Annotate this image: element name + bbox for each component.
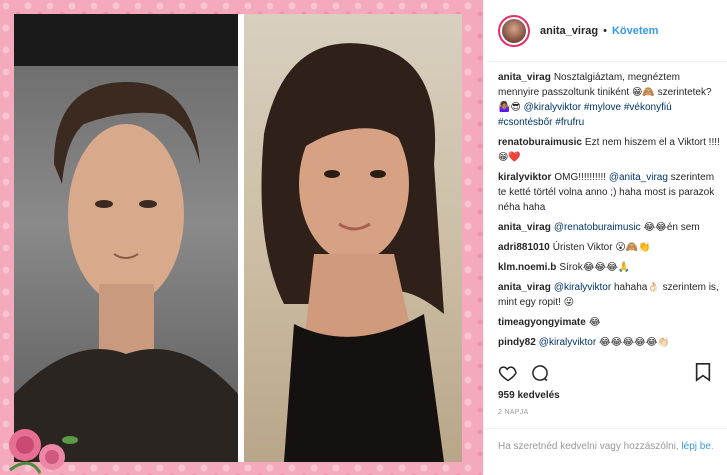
separator-dot: • xyxy=(603,24,607,37)
login-prompt: Ha szeretnéd kedvelni vagy hozzászólni, … xyxy=(484,428,727,475)
comment-item: timeagyongyimate 😂 xyxy=(498,315,722,330)
photo-young-woman xyxy=(244,14,462,462)
comment-text: Úristen Viktor 😮🙈👏 xyxy=(552,242,651,253)
comment-mention-link[interactable]: #frufru xyxy=(555,117,584,128)
post-author-username[interactable]: anita_virag xyxy=(540,25,598,37)
likes-count[interactable]: 959 kedvelés xyxy=(498,390,560,401)
comment-item: adri881010 Úristen Viktor 😮🙈👏 xyxy=(498,240,722,255)
comment-mention-link[interactable]: @anita_virag xyxy=(609,172,668,183)
comment-item: pindy82 @kiralyviktor 😂😂😂😂😂👏🏻 xyxy=(498,335,722,350)
avatar[interactable] xyxy=(498,14,530,47)
comment-item: anita_virag @kiralyviktor hahaha👌🏻 szerin… xyxy=(498,280,722,310)
login-link[interactable]: lépj be xyxy=(681,441,710,452)
post-timestamp: 2 NAPJA xyxy=(498,409,529,416)
comment-username[interactable]: renatoburaimusic xyxy=(498,137,582,148)
comment-mention-link[interactable]: @kiralyviktor xyxy=(539,337,596,348)
comment-mention-link[interactable]: @kiralyviktor xyxy=(554,282,611,293)
post-header: anita_virag • Követem xyxy=(484,0,727,62)
comment-mention-link[interactable]: #mylove xyxy=(584,102,621,113)
comment-text: Sírok😂😂😂🙏 xyxy=(559,262,631,273)
comment-text: 😂😂😂😂😂👏🏻 xyxy=(596,337,670,348)
comment-username[interactable]: anita_virag xyxy=(498,72,551,83)
comment-username[interactable]: anita_virag xyxy=(498,222,551,233)
bookmark-icon[interactable] xyxy=(694,362,712,382)
comment-item: anita_virag @renatoburaimusic 😂😂én sem xyxy=(498,220,722,235)
action-bar xyxy=(484,358,727,388)
comment-username[interactable]: kiralyviktor xyxy=(498,172,551,183)
comment-mention-link[interactable]: #vékonyfiú xyxy=(624,102,672,113)
heart-outline-icon[interactable] xyxy=(498,363,518,383)
comment-username[interactable]: timeagyongyimate xyxy=(498,317,586,328)
comment-username[interactable]: anita_virag xyxy=(498,282,551,293)
comment-item: klm.noemi.b Sírok😂😂😂🙏 xyxy=(498,260,722,275)
comment-mention-link[interactable]: #csontésbőr xyxy=(498,117,552,128)
post-image[interactable] xyxy=(0,0,483,475)
comment-username[interactable]: klm.noemi.b xyxy=(498,262,556,273)
comment-text: 😂😂én sem xyxy=(640,222,700,233)
rose-decoration-icon xyxy=(9,429,78,474)
comment-text: OMG!!!!!!!!!! xyxy=(554,172,609,183)
comments-list: anita_virag Nosztalgiáztam, megnéztem men… xyxy=(498,70,722,356)
comment-bubble-icon[interactable] xyxy=(530,363,550,383)
comment-text: 😂 xyxy=(588,317,601,328)
comment-username[interactable]: adri881010 xyxy=(498,242,550,253)
comment-item: anita_virag Nosztalgiáztam, megnéztem men… xyxy=(498,70,722,130)
login-prompt-end: . xyxy=(710,441,714,452)
follow-button[interactable]: Követem xyxy=(612,25,658,37)
comment-item: renatoburaimusic Ezt nem hiszem el a Vikt… xyxy=(498,135,722,165)
comment-username[interactable]: pindy82 xyxy=(498,337,536,348)
login-prompt-text: Ha szeretnéd kedvelni vagy hozzászólni, xyxy=(498,441,682,452)
comment-mention-link[interactable]: @renatoburaimusic xyxy=(554,222,641,233)
post-sidebar: anita_virag • Követem anita_virag Nosztal… xyxy=(483,0,727,475)
comment-mention-link[interactable]: @kiralyviktor xyxy=(524,102,581,113)
comment-item: kiralyviktor OMG!!!!!!!!!! @anita_virag s… xyxy=(498,170,722,215)
